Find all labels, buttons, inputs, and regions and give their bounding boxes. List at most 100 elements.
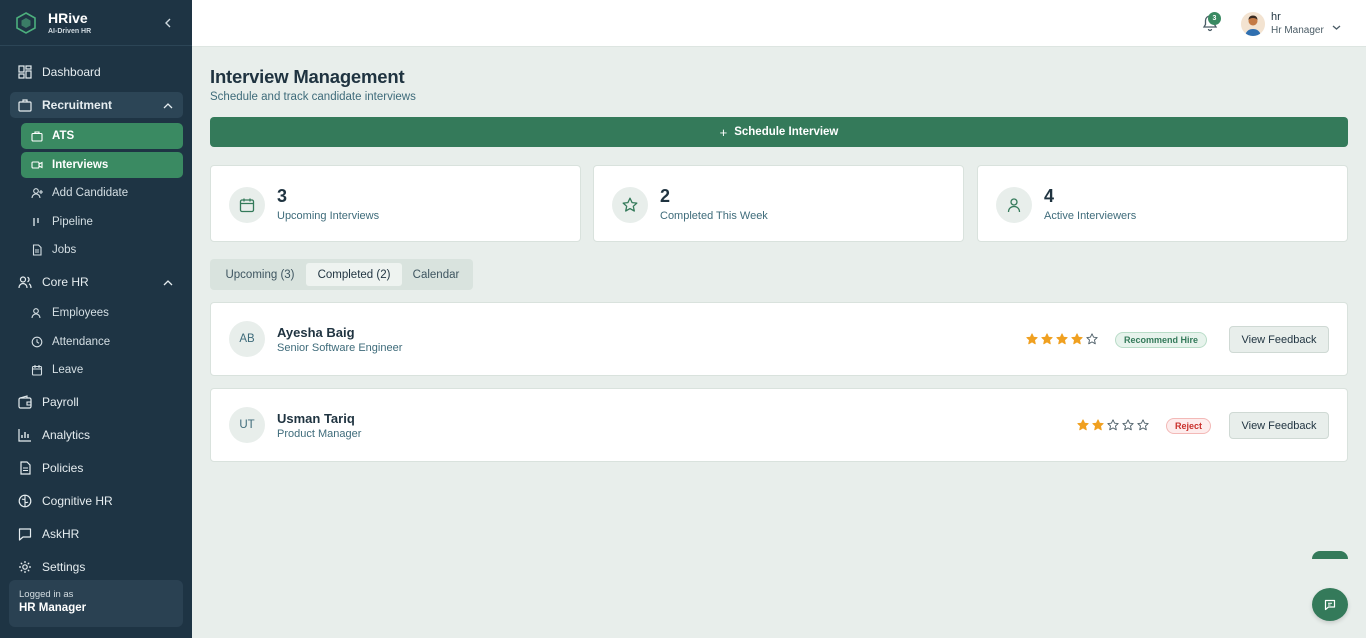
stat-label: Active Interviewers — [1044, 210, 1137, 222]
star-empty-icon — [1135, 419, 1150, 431]
nav-analytics-label: Analytics — [42, 428, 91, 442]
decision-badge: Recommend Hire — [1115, 332, 1208, 348]
decision-badge: Reject — [1166, 418, 1212, 434]
collapse-sidebar-button[interactable] — [160, 15, 176, 31]
star-empty-icon — [1105, 419, 1120, 431]
candidate-name: Ayesha Baig — [277, 325, 355, 340]
nav-payroll[interactable]: Payroll — [10, 389, 183, 415]
nav-core-hr[interactable]: Core HR — [10, 269, 183, 295]
stat-value: 2 — [660, 186, 671, 206]
sidebar-item-leave[interactable]: Leave — [21, 357, 183, 383]
sidebar-item-employees[interactable]: Employees — [21, 300, 183, 326]
sidebar-item-label: ATS — [52, 130, 75, 142]
sidebar-item-label: Interviews — [52, 159, 109, 171]
candidate-avatar: AB — [229, 321, 265, 357]
sidebar: HRive AI-Driven HR Dashboard Recruitment… — [0, 0, 192, 638]
chevron-down-icon[interactable] — [1332, 18, 1341, 36]
nav-cognitive-hr-label: Cognitive HR — [42, 494, 113, 508]
sidebar-item-label: Add Candidate — [52, 187, 129, 199]
stat-label: Upcoming Interviews — [277, 210, 380, 222]
briefcase-icon — [18, 98, 32, 112]
view-feedback-button[interactable]: View Feedback — [1229, 412, 1329, 439]
nav-dashboard-label: Dashboard — [42, 65, 101, 79]
sidebar-item-pipeline[interactable]: Pipeline — [21, 209, 183, 235]
plus-icon: + — [719, 124, 728, 140]
star-filled-icon — [1054, 333, 1069, 345]
interview-tabs: Upcoming (3) Completed (2) Calendar — [210, 259, 473, 290]
nav-policies-label: Policies — [42, 461, 84, 475]
clock-icon — [31, 336, 43, 348]
star-icon — [612, 187, 648, 223]
sidebar-item-interviews[interactable]: Interviews — [21, 152, 183, 178]
nav-recruitment-label: Recruitment — [42, 98, 113, 112]
tab-calendar[interactable]: Calendar — [403, 263, 469, 286]
nav-askhr-label: AskHR — [42, 527, 80, 541]
notification-badge: 3 — [1208, 12, 1221, 25]
user-role: Hr Manager — [1271, 25, 1324, 36]
nav-settings-label: Settings — [42, 560, 86, 574]
chevron-left-icon — [165, 18, 171, 28]
nav-askhr[interactable]: AskHR — [10, 521, 183, 547]
logged-in-label: Logged in as — [19, 589, 74, 600]
sidebar-item-label: Leave — [52, 364, 84, 376]
stat-card-interviewers: 4 Active Interviewers — [977, 165, 1348, 242]
star-empty-icon — [1120, 419, 1135, 431]
page-title: Interview Management — [210, 66, 405, 87]
chat-icon — [1324, 599, 1336, 610]
hrive-logo-icon — [14, 11, 38, 35]
nav-core-hr-label: Core HR — [42, 275, 89, 289]
schedule-interview-button[interactable]: + Schedule Interview — [210, 117, 1348, 147]
rating-stars — [1024, 333, 1099, 345]
sidebar-item-add-candidate[interactable]: Add Candidate — [21, 180, 183, 206]
tab-completed[interactable]: Completed (2) — [306, 263, 402, 286]
brain-icon — [18, 494, 32, 508]
candidate-name: Usman Tariq — [277, 411, 355, 426]
stat-value: 4 — [1044, 186, 1055, 206]
candidate-card: AB Ayesha Baig Senior Software Engineer … — [210, 302, 1348, 376]
document-icon — [18, 461, 32, 475]
star-filled-icon — [1090, 419, 1105, 431]
sidebar-item-label: Attendance — [52, 336, 111, 348]
sidebar-item-label: Pipeline — [52, 216, 93, 228]
schedule-interview-label: Schedule Interview — [734, 126, 839, 138]
chat-button[interactable] — [1312, 588, 1348, 621]
bar-chart-icon — [18, 428, 32, 442]
pipeline-icon — [31, 216, 43, 228]
stat-label: Completed This Week — [660, 210, 768, 222]
nav-recruitment[interactable]: Recruitment — [10, 92, 183, 118]
sidebar-item-ats[interactable]: ATS — [21, 123, 183, 149]
nav-analytics[interactable]: Analytics — [10, 422, 183, 448]
floating-action-button[interactable] — [1312, 551, 1348, 559]
star-empty-icon — [1084, 333, 1099, 345]
calendar-icon — [229, 187, 265, 223]
chevron-up-icon — [163, 276, 173, 290]
candidate-card: UT Usman Tariq Product Manager Reject Vi… — [210, 388, 1348, 462]
tab-upcoming[interactable]: Upcoming (3) — [214, 263, 306, 286]
star-filled-icon — [1024, 333, 1039, 345]
topbar: 3 hr Hr Manager — [192, 0, 1366, 47]
star-filled-icon — [1075, 419, 1090, 431]
brand-tagline: AI-Driven HR — [48, 27, 92, 35]
view-feedback-button[interactable]: View Feedback — [1229, 326, 1329, 353]
candidate-avatar: UT — [229, 407, 265, 443]
nav-dashboard[interactable]: Dashboard — [10, 59, 183, 85]
sidebar-item-label: Jobs — [52, 244, 77, 256]
nav-settings[interactable]: Settings — [10, 554, 183, 580]
logged-in-panel: Logged in as HR Manager — [9, 580, 183, 627]
nav-policies[interactable]: Policies — [10, 455, 183, 481]
user-icon — [996, 187, 1032, 223]
candidate-role: Senior Software Engineer — [277, 342, 403, 354]
message-icon — [18, 527, 32, 541]
nav-cognitive-hr[interactable]: Cognitive HR — [10, 488, 183, 514]
sidebar-item-attendance[interactable]: Attendance — [21, 329, 183, 355]
user-name[interactable]: hr — [1271, 11, 1281, 23]
sidebar-item-label: Employees — [52, 307, 109, 319]
dashboard-icon — [18, 65, 32, 79]
candidate-role: Product Manager — [277, 428, 362, 440]
sidebar-item-jobs[interactable]: Jobs — [21, 237, 183, 263]
wallet-icon — [18, 395, 32, 409]
stat-card-upcoming: 3 Upcoming Interviews — [210, 165, 581, 242]
avatar[interactable] — [1241, 12, 1265, 36]
logged-in-role: HR Manager — [19, 602, 87, 614]
video-icon — [31, 159, 43, 171]
